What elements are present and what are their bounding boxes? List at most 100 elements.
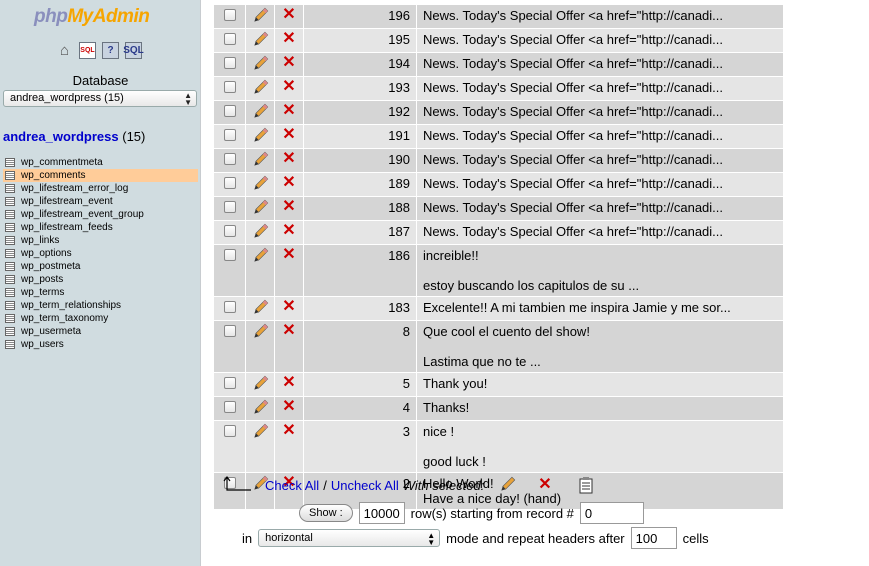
repeat-headers-input[interactable]: [630, 527, 677, 549]
table-row[interactable]: ✕ 5 Thank you!: [214, 373, 783, 396]
delete-x-icon[interactable]: ✕: [282, 423, 295, 439]
edit-pencil-icon[interactable]: [251, 299, 269, 317]
table-browse-icon[interactable]: [5, 327, 15, 336]
table-browse-icon[interactable]: [5, 262, 15, 271]
table-browse-icon[interactable]: [5, 197, 15, 206]
row-checkbox[interactable]: [223, 425, 236, 437]
sidebar-table-wp-terms[interactable]: wp_terms: [3, 286, 198, 299]
sidebar-table-wp-users[interactable]: wp_users: [3, 338, 198, 351]
delete-x-icon[interactable]: ✕: [282, 103, 295, 119]
bulk-export-icon[interactable]: [578, 476, 594, 494]
bulk-edit-pencil-icon[interactable]: [498, 476, 516, 494]
table-row[interactable]: ✕ 195 News. Today's Special Offer <a href=…: [214, 29, 783, 52]
table-browse-icon[interactable]: [5, 171, 15, 180]
delete-x-icon[interactable]: ✕: [282, 323, 295, 339]
edit-pencil-icon[interactable]: [251, 199, 269, 217]
bulk-delete-icon[interactable]: ✕: [538, 477, 551, 493]
edit-pencil-icon[interactable]: [251, 31, 269, 49]
sidebar-table-wp-commentmeta[interactable]: wp_commentmeta: [3, 156, 198, 169]
row-checkbox[interactable]: [223, 201, 236, 213]
sidebar-table-wp-usermeta[interactable]: wp_usermeta: [3, 325, 198, 338]
show-button[interactable]: Show :: [299, 504, 353, 522]
row-checkbox[interactable]: [223, 301, 236, 313]
table-row[interactable]: ✕ 3 nice ! good luck !: [214, 421, 783, 472]
table-row[interactable]: ✕ 4 Thanks!: [214, 397, 783, 420]
table-browse-icon[interactable]: [5, 210, 15, 219]
delete-x-icon[interactable]: ✕: [282, 199, 295, 215]
edit-pencil-icon[interactable]: [251, 7, 269, 25]
table-row[interactable]: ✕ 186 increible!! estoy buscando los capitu…: [214, 245, 783, 296]
table-row[interactable]: ✕ 192 News. Today's Special Offer <a href=…: [214, 101, 783, 124]
edit-pencil-icon[interactable]: [251, 55, 269, 73]
table-row[interactable]: ✕ 189 News. Today's Special Offer <a href=…: [214, 173, 783, 196]
edit-pencil-icon[interactable]: [251, 127, 269, 145]
table-browse-icon[interactable]: [5, 340, 15, 349]
sidebar-table-wp-links[interactable]: wp_links: [3, 234, 198, 247]
sidebar-table-wp-lifestream-event-group[interactable]: wp_lifestream_event_group: [3, 208, 198, 221]
sidebar-table-wp-lifestream-event[interactable]: wp_lifestream_event: [3, 195, 198, 208]
table-browse-icon[interactable]: [5, 249, 15, 258]
table-row[interactable]: ✕ 8 Que cool el cuento del show! Lastima qu…: [214, 321, 783, 372]
table-row[interactable]: ✕ 193 News. Today's Special Offer <a href=…: [214, 77, 783, 100]
delete-x-icon[interactable]: ✕: [282, 127, 295, 143]
table-row[interactable]: ✕ 194 News. Today's Special Offer <a href=…: [214, 53, 783, 76]
sql-query-icon[interactable]: SQL: [79, 42, 96, 59]
table-row[interactable]: ✕ 191 News. Today's Special Offer <a href=…: [214, 125, 783, 148]
delete-x-icon[interactable]: ✕: [282, 31, 295, 47]
edit-pencil-icon[interactable]: [251, 223, 269, 241]
database-select[interactable]: andrea_wordpress (15) ▲ ▼: [3, 90, 197, 107]
table-browse-icon[interactable]: [5, 314, 15, 323]
delete-x-icon[interactable]: ✕: [282, 175, 295, 191]
row-checkbox[interactable]: [223, 325, 236, 337]
table-browse-icon[interactable]: [5, 158, 15, 167]
start-record-input[interactable]: [579, 502, 644, 524]
table-browse-icon[interactable]: [5, 223, 15, 232]
table-browse-icon[interactable]: [5, 301, 15, 310]
table-browse-icon[interactable]: [5, 288, 15, 297]
row-checkbox[interactable]: [223, 57, 236, 69]
table-row[interactable]: ✕ 188 News. Today's Special Offer <a href=…: [214, 197, 783, 220]
delete-x-icon[interactable]: ✕: [282, 247, 295, 263]
delete-x-icon[interactable]: ✕: [282, 375, 295, 391]
row-checkbox[interactable]: [223, 377, 236, 389]
sidebar-table-wp-lifestream-feeds[interactable]: wp_lifestream_feeds: [3, 221, 198, 234]
delete-x-icon[interactable]: ✕: [282, 399, 295, 415]
delete-x-icon[interactable]: ✕: [282, 79, 295, 95]
display-mode-select[interactable]: horizontal ▲ ▼: [258, 529, 441, 547]
edit-pencil-icon[interactable]: [251, 423, 269, 441]
sql-docs-icon[interactable]: SQL: [123, 42, 144, 59]
row-checkbox[interactable]: [223, 129, 236, 141]
row-checkbox[interactable]: [223, 153, 236, 165]
table-browse-icon[interactable]: [5, 184, 15, 193]
sidebar-table-wp-term-taxonomy[interactable]: wp_term_taxonomy: [3, 312, 198, 325]
table-row[interactable]: ✕ 183 Excelente!! A mi tambien me inspira …: [214, 297, 783, 320]
row-checkbox[interactable]: [223, 9, 236, 21]
table-row[interactable]: ✕ 187 News. Today's Special Offer <a href=…: [214, 221, 783, 244]
table-browse-icon[interactable]: [5, 275, 15, 284]
row-checkbox[interactable]: [223, 81, 236, 93]
check-all-link[interactable]: Check All: [265, 478, 319, 493]
edit-pencil-icon[interactable]: [251, 175, 269, 193]
edit-pencil-icon[interactable]: [251, 151, 269, 169]
table-browse-icon[interactable]: [5, 236, 15, 245]
delete-x-icon[interactable]: ✕: [282, 7, 295, 23]
row-checkbox[interactable]: [223, 225, 236, 237]
uncheck-all-link[interactable]: Uncheck All: [331, 478, 399, 493]
edit-pencil-icon[interactable]: [251, 247, 269, 265]
row-checkbox[interactable]: [223, 33, 236, 45]
delete-x-icon[interactable]: ✕: [282, 223, 295, 239]
row-count-input[interactable]: [358, 502, 405, 524]
delete-x-icon[interactable]: ✕: [282, 55, 295, 71]
row-checkbox[interactable]: [223, 105, 236, 117]
edit-pencil-icon[interactable]: [251, 375, 269, 393]
edit-pencil-icon[interactable]: [251, 323, 269, 341]
sidebar-table-wp-comments[interactable]: wp_comments: [3, 169, 198, 182]
delete-x-icon[interactable]: ✕: [282, 299, 295, 315]
sidebar-table-wp-postmeta[interactable]: wp_postmeta: [3, 260, 198, 273]
sidebar-table-wp-lifestream-error-log[interactable]: wp_lifestream_error_log: [3, 182, 198, 195]
edit-pencil-icon[interactable]: [251, 399, 269, 417]
phpmyadmin-logo[interactable]: phpMyAdmin: [34, 6, 150, 28]
row-checkbox[interactable]: [223, 249, 236, 261]
sidebar-table-wp-posts[interactable]: wp_posts: [3, 273, 198, 286]
edit-pencil-icon[interactable]: [251, 79, 269, 97]
